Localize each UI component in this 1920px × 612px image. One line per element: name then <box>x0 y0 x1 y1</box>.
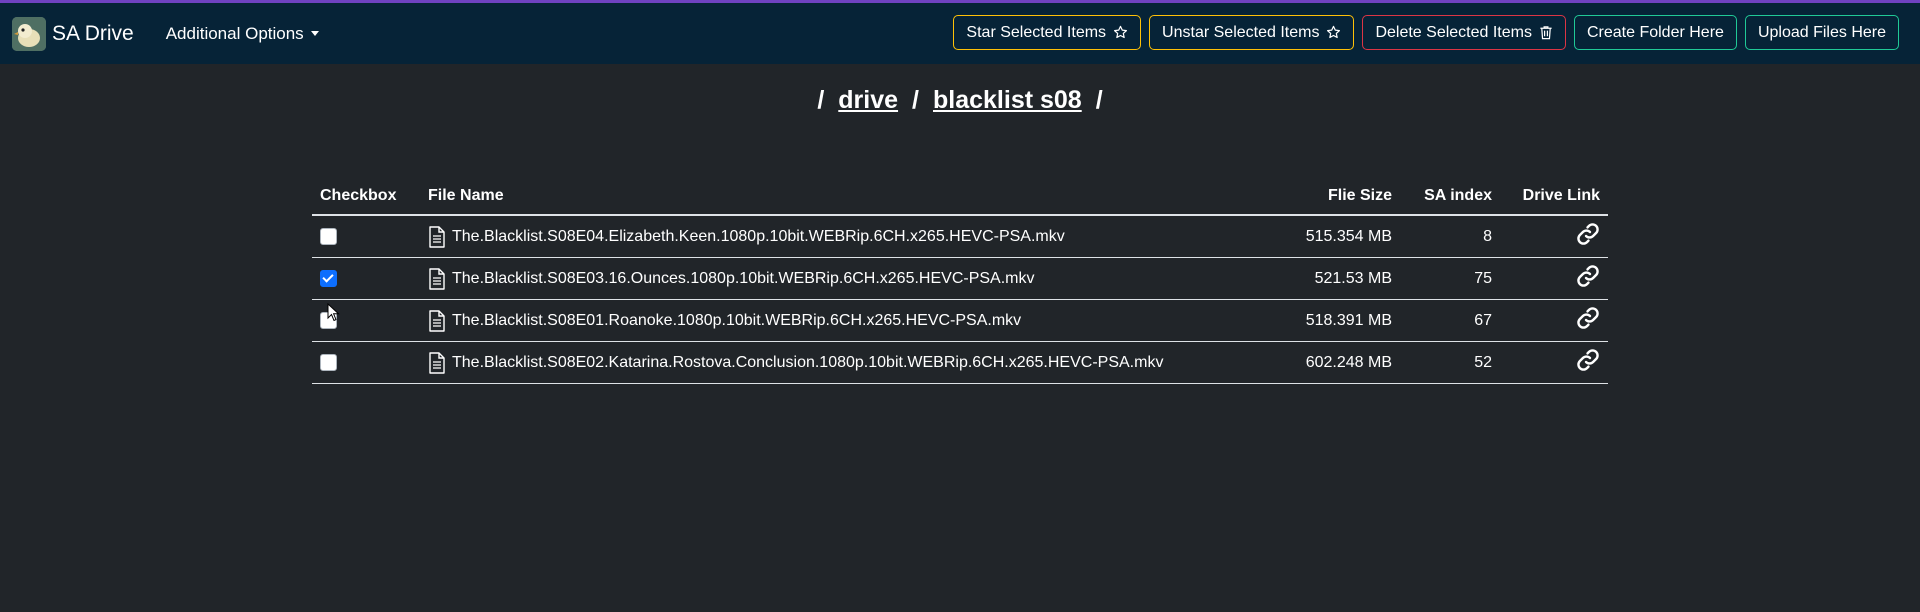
trash-icon <box>1539 25 1553 40</box>
toolbar: Star Selected Items Unstar Selected Item… <box>953 15 1899 50</box>
file-name-cell: The.Blacklist.S08E03.16.Ounces.1080p.10b… <box>420 257 1254 300</box>
header-file-name: File Name <box>420 178 1254 216</box>
sa-index: 8 <box>1400 215 1500 258</box>
sa-index: 75 <box>1400 257 1500 300</box>
star-selected-button[interactable]: Star Selected Items <box>953 15 1142 50</box>
sa-index: 52 <box>1400 341 1500 384</box>
breadcrumb-separator: / <box>912 86 919 114</box>
row-checkbox-cell <box>312 215 420 258</box>
files-table: Checkbox File Name Flie Size SA index Dr… <box>312 178 1608 384</box>
header-drive-link: Drive Link <box>1500 178 1608 216</box>
sa-index: 67 <box>1400 299 1500 342</box>
drive-link-cell <box>1500 341 1608 384</box>
file-size: 521.53 MB <box>1254 257 1400 300</box>
breadcrumb-folder-link[interactable]: blacklist s08 <box>933 86 1082 114</box>
file-size: 515.354 MB <box>1254 215 1400 258</box>
file-text-icon <box>428 267 446 290</box>
row-checkbox-cell <box>312 257 420 300</box>
breadcrumb-separator: / <box>817 86 825 114</box>
table-row: The.Blacklist.S08E04.Elizabeth.Keen.1080… <box>312 215 1608 258</box>
drive-link-cell <box>1500 257 1608 300</box>
table-row: The.Blacklist.S08E01.Roanoke.1080p.10bit… <box>312 299 1608 342</box>
file-text-icon <box>428 225 446 248</box>
table-header-row: Checkbox File Name Flie Size SA index Dr… <box>312 178 1608 216</box>
create-folder-button[interactable]: Create Folder Here <box>1573 15 1737 50</box>
delete-selected-label: Delete Selected Items <box>1375 23 1532 41</box>
header-file-size: Flie Size <box>1254 178 1400 216</box>
link-icon[interactable] <box>1576 348 1600 372</box>
star-outline-icon <box>1113 25 1128 40</box>
mouse-cursor-icon <box>327 302 341 328</box>
drive-link-cell <box>1500 299 1608 342</box>
file-name-cell: The.Blacklist.S08E01.Roanoke.1080p.10bit… <box>420 299 1254 342</box>
create-folder-label: Create Folder Here <box>1586 23 1724 41</box>
unstar-selected-button[interactable]: Unstar Selected Items <box>1149 15 1355 50</box>
link-icon[interactable] <box>1576 264 1600 288</box>
upload-files-label: Upload Files Here <box>1757 23 1886 41</box>
table-row: The.Blacklist.S08E02.Katarina.Rostova.Co… <box>312 341 1608 384</box>
star-selected-label: Star Selected Items <box>966 23 1107 41</box>
additional-options-dropdown[interactable]: Additional Options <box>166 24 319 44</box>
file-text-icon <box>428 351 446 374</box>
row-checkbox-cell <box>312 341 420 384</box>
caret-down-icon <box>310 31 319 36</box>
delete-selected-button[interactable]: Delete Selected Items <box>1362 15 1566 50</box>
file-name-cell: The.Blacklist.S08E04.Elizabeth.Keen.1080… <box>420 215 1254 258</box>
app-logo <box>12 16 46 51</box>
breadcrumb-separator: / <box>1095 86 1103 114</box>
table-row: The.Blacklist.S08E03.16.Ounces.1080p.10b… <box>312 257 1608 300</box>
file-name-cell: The.Blacklist.S08E02.Katarina.Rostova.Co… <box>420 341 1254 384</box>
link-icon[interactable] <box>1576 306 1600 330</box>
app-title: SA Drive <box>52 21 134 45</box>
row-checkbox[interactable] <box>320 269 337 287</box>
additional-options-label: Additional Options <box>165 23 304 43</box>
navbar: SA Drive Additional Options Star Selecte… <box>0 3 1920 64</box>
file-size: 602.248 MB <box>1254 341 1400 384</box>
file-size: 518.391 MB <box>1254 299 1400 342</box>
file-text-icon <box>428 309 446 332</box>
breadcrumb: / drive / blacklist s08 / <box>0 86 1920 115</box>
link-icon[interactable] <box>1576 222 1600 246</box>
row-checkbox[interactable] <box>320 227 337 245</box>
unstar-selected-label: Unstar Selected Items <box>1162 23 1320 41</box>
brand-link[interactable]: SA Drive <box>12 16 134 51</box>
breadcrumb-drive-link[interactable]: drive <box>838 86 898 114</box>
row-checkbox[interactable] <box>320 353 337 371</box>
file-name[interactable]: The.Blacklist.S08E01.Roanoke.1080p.10bit… <box>452 312 1021 330</box>
file-name[interactable]: The.Blacklist.S08E04.Elizabeth.Keen.1080… <box>452 228 1065 246</box>
header-sa-index: SA index <box>1400 178 1500 216</box>
star-outline-icon <box>1326 25 1341 40</box>
file-name[interactable]: The.Blacklist.S08E03.16.Ounces.1080p.10b… <box>452 270 1035 288</box>
drive-link-cell <box>1500 215 1608 258</box>
header-checkbox: Checkbox <box>312 178 420 216</box>
upload-files-button[interactable]: Upload Files Here <box>1744 15 1899 50</box>
file-name[interactable]: The.Blacklist.S08E02.Katarina.Rostova.Co… <box>452 354 1163 372</box>
